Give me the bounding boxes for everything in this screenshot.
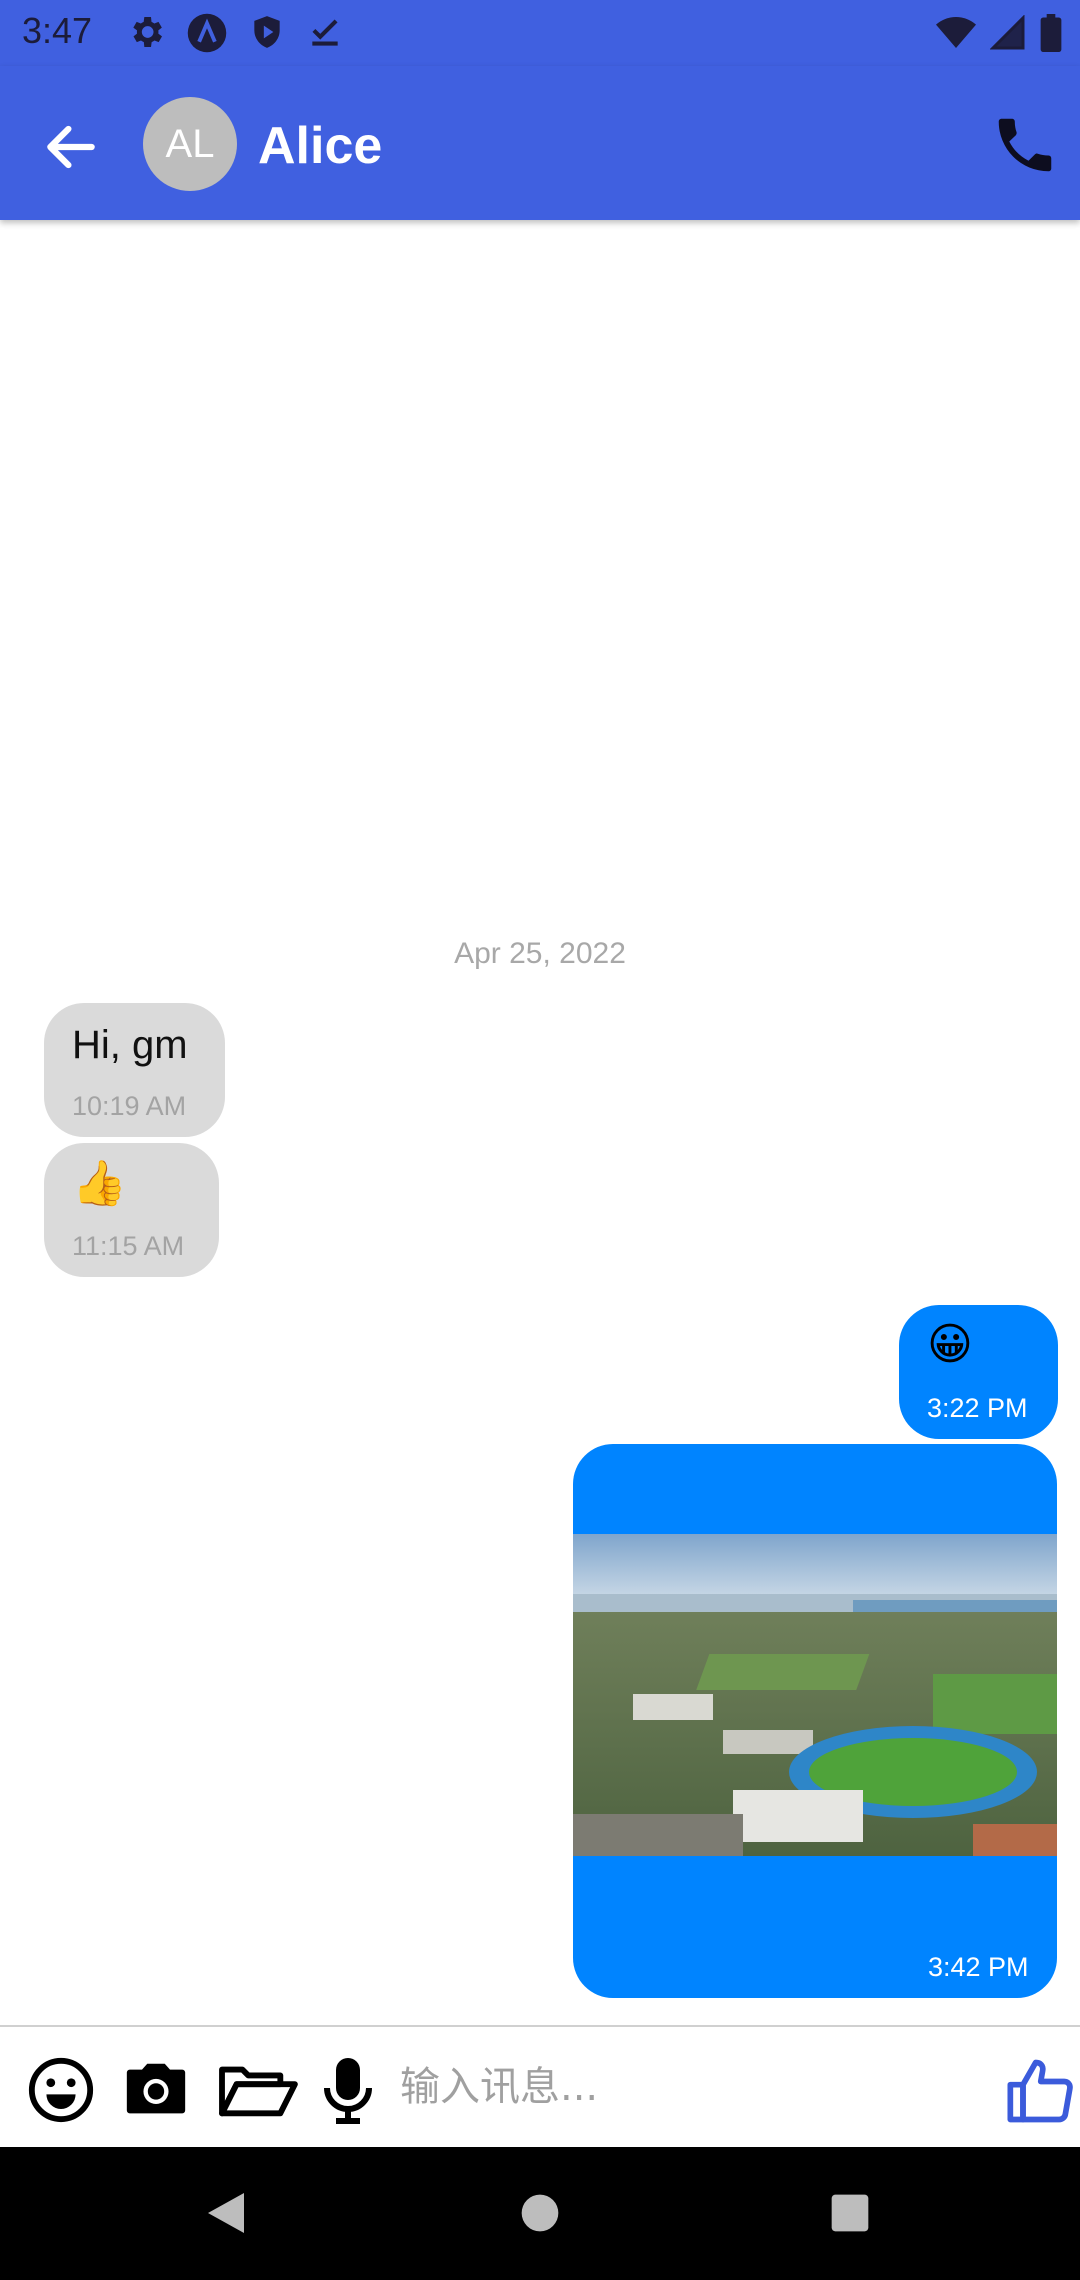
grinning-emoji: 😀 [927,1320,973,1369]
recents-square-icon [831,2194,869,2232]
message-time: 3:42 PM [928,1952,1029,1982]
message-bubble-incoming[interactable]: 👍 11:15 AM [44,1143,219,1277]
message-time: 3:22 PM [927,1393,1028,1423]
contact-name[interactable]: Alice [258,116,382,176]
voice-record-button[interactable] [320,2055,376,2132]
nav-back-button[interactable] [204,2189,248,2242]
gear-icon [126,12,166,54]
arrow-back-icon [47,125,95,169]
date-separator: Apr 25, 2022 [454,937,626,970]
chat-header: AL Alice [0,66,1080,220]
nav-recents-button[interactable] [828,2189,872,2242]
shield-play-icon [248,12,286,54]
thumbs-up-icon [1007,2059,1073,2123]
thumbs-up-emoji: 👍 [72,1159,127,1208]
microphone-icon [324,2058,372,2124]
battery-icon [1040,14,1062,52]
message-bubble-outgoing[interactable]: 😀 3:22 PM [899,1305,1058,1439]
system-nav-bar [0,2147,1080,2280]
message-bubble-incoming[interactable]: Hi, gm 10:19 AM [44,1003,225,1137]
android-studio-icon [186,12,228,54]
image-message-bubble[interactable]: 3:42 PM [573,1444,1057,1998]
aerial-stadium-campus-photo[interactable] [573,1534,1057,1856]
home-circle-icon [521,2194,559,2232]
call-button[interactable] [990,110,1060,180]
message-composer [0,2025,1080,2147]
wifi-icon [936,16,976,50]
attach-file-button[interactable] [216,2055,298,2130]
phone-icon [998,118,1052,172]
emoji-button[interactable] [26,2055,96,2130]
folder-open-icon [219,2066,298,2117]
camera-button[interactable] [120,2055,192,2130]
status-time: 3:47 [22,10,93,51]
avatar[interactable]: AL [143,97,237,191]
message-time: 10:19 AM [72,1091,187,1121]
emoji-icon [28,2057,94,2123]
signal-icon [990,15,1026,51]
status-bar: 3:47 [0,0,1080,66]
send-like-button[interactable] [1004,2053,1080,2129]
message-input[interactable] [400,2057,980,2117]
back-triangle-icon [208,2193,244,2233]
nav-home-button[interactable] [518,2189,562,2242]
back-button[interactable] [40,116,102,178]
message-time: 11:15 AM [72,1231,185,1261]
download-done-icon [306,12,344,54]
message-text: Hi, gm [72,1023,188,1067]
camera-icon [126,2063,186,2114]
